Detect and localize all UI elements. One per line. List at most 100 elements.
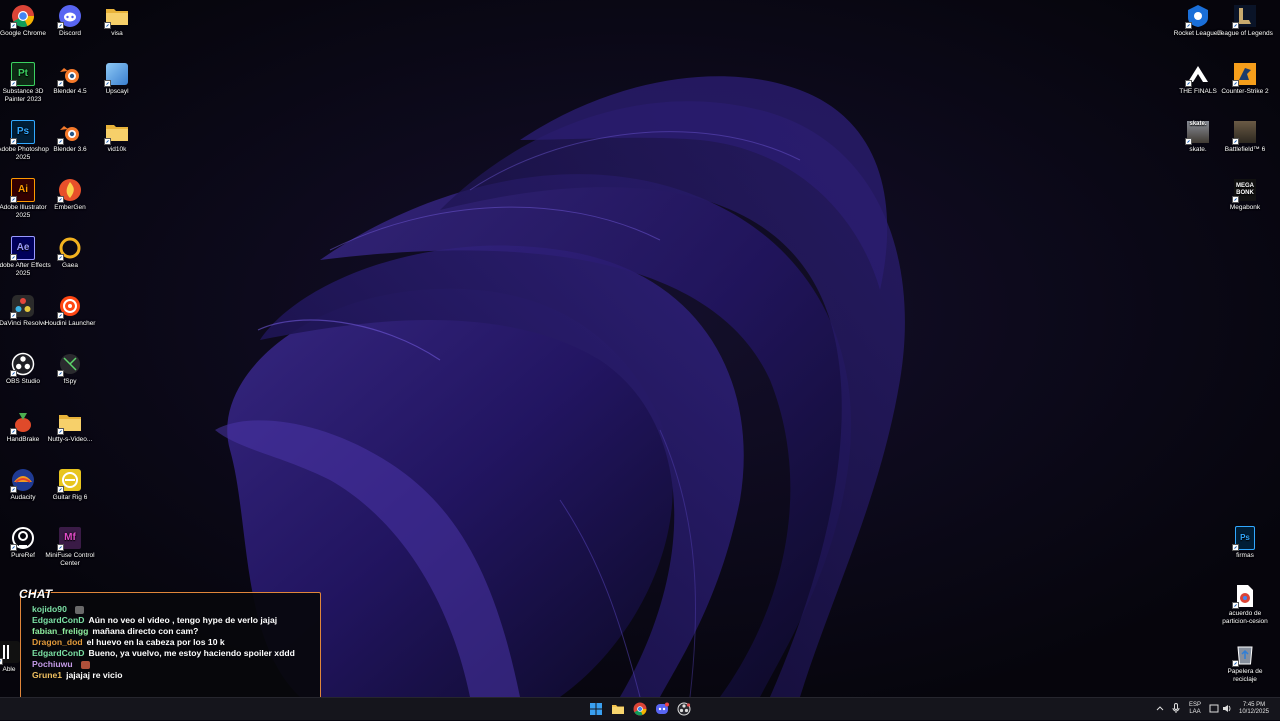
chat-username: Pochiuwu bbox=[32, 659, 73, 669]
embergen-icon bbox=[57, 178, 82, 203]
shortcut-arrow-icon bbox=[57, 312, 64, 319]
audacity-icon bbox=[10, 468, 35, 493]
chat-message: EdgardConD Aún no veo el video , tengo hy… bbox=[32, 615, 314, 626]
shortcut-arrow-icon bbox=[104, 80, 111, 87]
desktop-icon-visa[interactable]: visa bbox=[88, 4, 146, 38]
shortcut-arrow-icon bbox=[1185, 22, 1192, 29]
shortcut-arrow-icon bbox=[10, 428, 17, 435]
microphone-tray-button[interactable] bbox=[1171, 703, 1181, 717]
desktop-icon-vid10k[interactable]: vid10k bbox=[88, 120, 146, 154]
chat-message-text: jajajaj re vicio bbox=[66, 670, 123, 680]
desktop-icon-league-of-legends[interactable]: League of Legends bbox=[1216, 4, 1274, 38]
desktop-icon-label: Counter-Strike 2 bbox=[1221, 88, 1269, 95]
upscayl-icon bbox=[104, 62, 129, 87]
desktop-icon-label: MiniFuse Control Center bbox=[45, 552, 95, 567]
shortcut-arrow-icon bbox=[57, 428, 64, 435]
shortcut-arrow-icon bbox=[57, 138, 64, 145]
chat-message-text: el huevo en la cabeza por los 10 k bbox=[86, 637, 225, 647]
desktop-icon-megabonk[interactable]: MEGA BONK Megabonk bbox=[1216, 178, 1274, 212]
pureref-icon bbox=[10, 526, 35, 551]
chat-username: fabian_freligg bbox=[32, 626, 89, 636]
shortcut-arrow-icon bbox=[1232, 660, 1239, 667]
chat-message: EdgardConD Bueno, ya vuelvo, me estoy hac… bbox=[32, 648, 314, 659]
desktop-icon-label: visa bbox=[111, 30, 123, 37]
chrome-icon bbox=[633, 702, 647, 716]
shortcut-arrow-icon bbox=[104, 22, 111, 29]
volume-icon bbox=[1223, 705, 1228, 712]
desktop-icon-label: EmberGen bbox=[54, 204, 86, 211]
shortcut-arrow-icon bbox=[10, 370, 17, 377]
desktop-icon-label: Nutty-s-Video... bbox=[47, 436, 93, 443]
desktop-icon-firmas[interactable]: Ps firmas bbox=[1216, 526, 1274, 560]
shortcut-arrow-icon bbox=[1232, 544, 1239, 551]
desktop-icon-label: Battlefield™ 6 bbox=[1224, 146, 1266, 153]
blender-icon bbox=[57, 62, 82, 87]
the-finals-icon bbox=[1185, 62, 1210, 87]
chat-username: kojido90 bbox=[32, 604, 67, 614]
shortcut-arrow-icon bbox=[1232, 80, 1239, 87]
discord-icon bbox=[656, 702, 669, 714]
chrome-icon bbox=[10, 4, 35, 29]
chat-message: Grune1 jajajaj re vicio bbox=[32, 670, 314, 681]
desktop-icon-counter-strike-2[interactable]: Counter-Strike 2 bbox=[1216, 62, 1274, 96]
shortcut-arrow-icon bbox=[1232, 138, 1239, 145]
blender-icon bbox=[57, 120, 82, 145]
desktop-icon-battlefield-6[interactable]: Battlefield™ 6 bbox=[1216, 120, 1274, 154]
language-code: ESP bbox=[1188, 702, 1201, 708]
desktop-icon-embergen[interactable]: EmberGen bbox=[41, 178, 99, 212]
shortcut-arrow-icon bbox=[57, 80, 64, 87]
chat-username: Grune1 bbox=[32, 670, 63, 680]
start-button[interactable] bbox=[589, 702, 603, 716]
desktop-icon-nutty-s-video[interactable]: Nutty-s-Video... bbox=[41, 410, 99, 444]
discord-taskbar-button[interactable] bbox=[655, 702, 669, 716]
desktop-icon-upscayl[interactable]: Upscayl bbox=[88, 62, 146, 96]
folder-icon bbox=[612, 705, 624, 714]
shortcut-arrow-icon bbox=[0, 658, 3, 665]
windows-icon bbox=[590, 703, 602, 715]
obs-icon bbox=[677, 702, 691, 716]
language-indicator[interactable]: ESP LAA bbox=[1186, 702, 1204, 716]
desktop-icon-houdini-launcher[interactable]: Houdini Launcher bbox=[41, 294, 99, 328]
desktop-icon-gaea[interactable]: Gaea bbox=[41, 236, 99, 270]
folder-icon bbox=[57, 410, 82, 435]
desktop-icon-label: acuerdo de particion-cesion bbox=[1222, 610, 1268, 625]
file-explorer-taskbar-button[interactable] bbox=[611, 702, 625, 716]
shortcut-arrow-icon bbox=[57, 370, 64, 377]
obs-icon bbox=[10, 352, 35, 377]
desktop-icon-minifuse-control-center[interactable]: Mf MiniFuse Control Center bbox=[41, 526, 99, 567]
chat-message: Pochiuwu bbox=[32, 659, 314, 670]
desktop-icon-label: League of Legends bbox=[1217, 30, 1273, 37]
shortcut-arrow-icon bbox=[10, 544, 17, 551]
shortcut-arrow-icon bbox=[10, 254, 17, 261]
shortcut-arrow-icon bbox=[1185, 138, 1192, 145]
photoshop-icon: Ps bbox=[10, 120, 35, 145]
desktop-icon-fspy[interactable]: fSpy bbox=[41, 352, 99, 386]
league-of-legends-icon bbox=[1232, 4, 1257, 29]
obs-taskbar-button[interactable] bbox=[677, 702, 691, 716]
ableton-icon bbox=[0, 640, 21, 665]
shortcut-arrow-icon bbox=[10, 486, 17, 493]
desktop-icon-papelera-de-reciclaje[interactable]: Papelera de reciclaje bbox=[1216, 642, 1274, 683]
desktop-icon-guitar-rig-6[interactable]: Guitar Rig 6 bbox=[41, 468, 99, 502]
shortcut-arrow-icon bbox=[104, 138, 111, 145]
shortcut-arrow-icon bbox=[1185, 80, 1192, 87]
shortcut-arrow-icon bbox=[57, 254, 64, 261]
psd-file-icon: Ps bbox=[1232, 526, 1257, 551]
chat-message-list: kojido90 EdgardConD Aún no veo el video , … bbox=[32, 604, 314, 681]
shortcut-arrow-icon bbox=[10, 312, 17, 319]
shortcut-arrow-icon bbox=[57, 544, 64, 551]
desktop-icon-label: Houdini Launcher bbox=[44, 320, 96, 327]
skate-icon: skate. bbox=[1185, 120, 1210, 145]
chrome-taskbar-button[interactable] bbox=[633, 702, 647, 716]
chat-message: fabian_freligg mañana directo con cam? bbox=[32, 626, 314, 637]
show-hidden-icons-button[interactable] bbox=[1155, 705, 1165, 714]
desktop-icon-acuerdo-de-particion-cesion[interactable]: acuerdo de particion-cesion bbox=[1216, 584, 1274, 625]
desktop-icon-label: Megabonk bbox=[1229, 204, 1261, 211]
emote-icon bbox=[74, 605, 84, 614]
minifuse-icon: Mf bbox=[57, 526, 82, 551]
chat-message-text: Bueno, ya vuelvo, me estoy haciendo spoi… bbox=[88, 648, 295, 658]
keyboard-layout-code: LAA bbox=[1189, 709, 1201, 715]
desktop-icon-label: firmas bbox=[1236, 552, 1254, 559]
clock[interactable]: 7:45 PM 10/12/2025 bbox=[1234, 702, 1274, 716]
shortcut-arrow-icon bbox=[57, 486, 64, 493]
